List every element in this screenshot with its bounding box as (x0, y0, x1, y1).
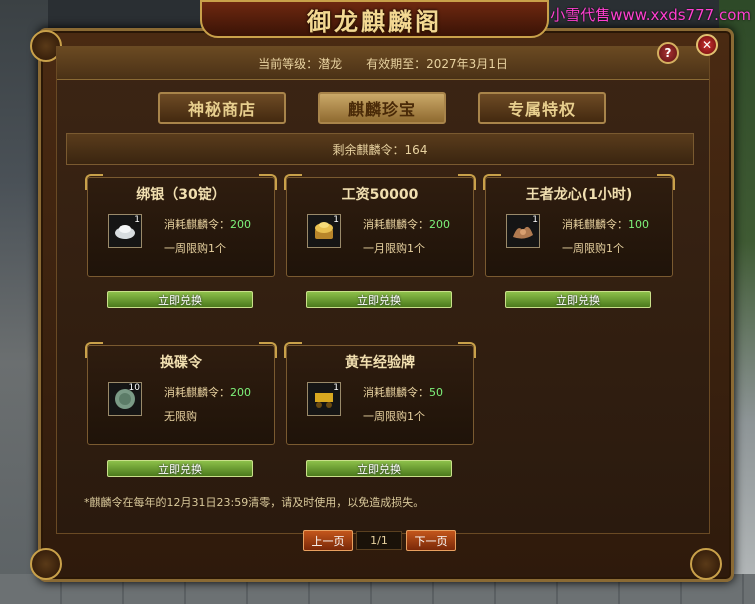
item-cost: 消耗麒麟令：100 (562, 218, 649, 231)
window-title: 御龙麒麟阁 (307, 6, 442, 36)
tab-mystery-shop[interactable]: 神秘商店 (158, 92, 286, 124)
item-limit: 无限购 (164, 410, 197, 423)
item-card: 工资50000 1 消耗麒麟令：200 一月限购1个 (284, 174, 476, 277)
redeem-button[interactable]: 立即兑换 (306, 460, 452, 477)
item-cost: 消耗麒麟令：50 (363, 386, 443, 399)
token-icon[interactable]: 10 (108, 382, 142, 416)
corner-ornament-bottom-right (690, 548, 722, 580)
title-banner: 御龙麒麟阁 (200, 0, 549, 38)
item-cost: 消耗麒麟令：200 (363, 218, 450, 231)
next-page-button[interactable]: 下一页 (406, 530, 456, 551)
item-card: 黄车经验牌 1 消耗麒麟令：50 一周限购1个 (284, 342, 476, 445)
item-name: 工资50000 (341, 187, 419, 203)
item-cost: 消耗麒麟令：200 (164, 218, 251, 231)
item-name: 绑银（30锭） (136, 187, 226, 203)
item-quantity: 1 (134, 215, 140, 225)
item-cost: 消耗麒麟令：200 (164, 386, 251, 399)
redeem-button[interactable]: 立即兑换 (505, 291, 651, 308)
item-limit: 一周限购1个 (562, 242, 624, 255)
prev-page-button[interactable]: 上一页 (303, 530, 353, 551)
item-quantity: 1 (333, 383, 339, 393)
close-button[interactable]: ✕ (696, 34, 718, 56)
item-quantity: 1 (532, 215, 538, 225)
header-strip: 当前等级：潜龙 有效期至：2027年3月1日 (57, 47, 709, 80)
item-name: 换碟令 (160, 355, 202, 371)
current-level: 当前等级：潜龙 (258, 56, 343, 71)
item-card: 王者龙心(1小时) 1 消耗麒麟令：100 一周限购1个 (483, 174, 675, 277)
item-limit: 一周限购1个 (164, 242, 226, 255)
item-limit: 一月限购1个 (363, 242, 425, 255)
golden-cart-icon[interactable]: 1 (307, 382, 341, 416)
dragon-heart-icon[interactable]: 1 (506, 214, 540, 248)
item-card: 绑银（30锭） 1 消耗麒麟令：200 一周限购1个 (85, 174, 277, 277)
help-button[interactable]: ? (657, 42, 679, 64)
tab-exclusive-privilege[interactable]: 专属特权 (478, 92, 606, 124)
gold-coins-icon[interactable]: 1 (307, 214, 341, 248)
redeem-button[interactable]: 立即兑换 (306, 291, 452, 308)
item-card: 换碟令 10 消耗麒麟令：200 无限购 (85, 342, 277, 445)
silver-ingot-icon[interactable]: 1 (108, 214, 142, 248)
item-limit: 一周限购1个 (363, 410, 425, 423)
item-name: 黄车经验牌 (345, 355, 415, 371)
reset-notice: *麒麟令在每年的12月31日23:59清零，请及时使用，以免造成损失。 (84, 496, 425, 509)
remaining-tokens: 剩余麒麟令：164 (66, 133, 694, 165)
tab-qilin-treasure[interactable]: 麒麟珍宝 (318, 92, 446, 124)
corner-ornament-bottom-left (30, 548, 62, 580)
redeem-button[interactable]: 立即兑换 (107, 460, 253, 477)
watermark: 小雪代售www.xxds777.com (550, 6, 751, 24)
item-name: 王者龙心(1小时) (525, 187, 633, 203)
valid-until: 有效期至：2027年3月1日 (366, 56, 508, 71)
item-quantity: 10 (128, 383, 140, 393)
page-indicator: 1/1 (356, 531, 402, 550)
item-quantity: 1 (333, 215, 339, 225)
redeem-button[interactable]: 立即兑换 (107, 291, 253, 308)
